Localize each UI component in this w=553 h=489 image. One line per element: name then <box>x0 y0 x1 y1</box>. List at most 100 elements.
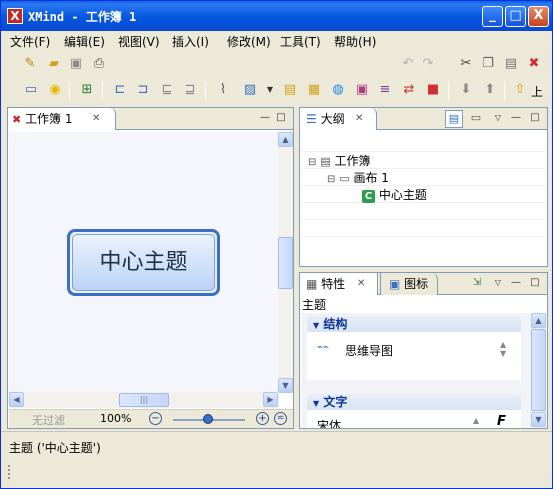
maximize-button[interactable]: □ <box>505 6 526 27</box>
section-text-header[interactable]: ▼ 文字 <box>307 394 521 410</box>
vscroll-thumb[interactable] <box>531 329 546 411</box>
tab-close-icon[interactable]: ✕ <box>92 108 100 130</box>
new-sheet-icon[interactable]: ⊞ <box>78 81 96 99</box>
font-value[interactable]: 宋体 <box>317 417 341 428</box>
insert-parent-icon[interactable]: ⊑ <box>158 81 176 99</box>
menu-view[interactable]: 视图(V) <box>118 33 160 50</box>
minimize-view-icon[interactable]: — <box>510 277 522 289</box>
hyperlink-globe-icon[interactable]: ◍ <box>329 81 347 99</box>
structure-spinner-icon[interactable]: ▲ ▼ <box>500 340 506 358</box>
menu-insert[interactable]: 插入(I) <box>172 33 209 50</box>
section-structure-title: 结构 <box>323 317 348 331</box>
status-divider <box>1 431 552 432</box>
tab-properties[interactable]: ▦ 特性 ✕ <box>300 273 378 295</box>
drill-up-label[interactable]: 上 <box>531 83 543 100</box>
move-up-icon[interactable]: ⬆ <box>481 81 499 99</box>
minimize-view-icon[interactable]: — <box>259 112 271 124</box>
move-down-icon[interactable]: ⬇ <box>457 81 475 99</box>
menu-tools[interactable]: 工具(T) <box>280 33 321 50</box>
title-bar[interactable]: X XMind - 工作簿 1 _ □ X <box>1 1 552 31</box>
scroll-up-icon[interactable]: ▲ <box>531 313 546 328</box>
presentation-icon[interactable]: ▭ <box>22 81 40 99</box>
canvas[interactable]: 中心主题 <box>9 132 279 392</box>
collapse-toggle-icon[interactable]: ⊟ <box>327 174 335 185</box>
copy-icon[interactable]: ❐ <box>479 55 497 73</box>
status-text: 主题 ('中心主题') <box>9 441 101 455</box>
brainstorm-bulb-icon[interactable]: ◉ <box>46 81 64 99</box>
paste-icon[interactable]: ▤ <box>502 55 520 73</box>
tree-item-central-topic[interactable]: C 中心主题 <box>362 187 427 203</box>
cut-icon[interactable]: ✂ <box>457 55 475 73</box>
scroll-right-icon[interactable]: ▶ <box>263 392 278 407</box>
maximize-view-icon[interactable]: □ <box>275 112 287 124</box>
notes-icon[interactable]: ▦ <box>305 81 323 99</box>
outline-list-mode-icon[interactable]: ▭ <box>467 110 485 128</box>
zoom-out-icon[interactable]: − <box>149 412 162 425</box>
collapse-toggle-icon[interactable]: ⊟ <box>308 157 316 168</box>
menu-modify[interactable]: 修改(M) <box>227 33 271 50</box>
central-topic[interactable]: 中心主题 <box>67 229 220 296</box>
outline-tree-mode-icon[interactable]: ▤ <box>445 110 463 128</box>
tab-workbook[interactable]: ✖ 工作簿 1 ✕ <box>8 108 116 130</box>
tree-item-sheet[interactable]: ⊟ ▭ 画布 1 <box>327 170 389 186</box>
properties-vscroll[interactable]: ▲ ▼ <box>531 313 546 428</box>
close-button[interactable]: X <box>528 6 549 27</box>
tab-outline[interactable]: ☰ 大纲 ✕ <box>300 108 377 130</box>
drill-up-icon[interactable]: ⇧ <box>511 81 529 99</box>
stop-icon[interactable]: ■ <box>424 81 442 99</box>
summary-icon[interactable]: ▣ <box>353 81 371 99</box>
maximize-view-icon[interactable]: □ <box>529 277 541 289</box>
open-folder-icon[interactable]: ▰ <box>45 55 63 73</box>
redo-icon[interactable]: ↷ <box>419 55 437 73</box>
undo-icon[interactable]: ↶ <box>399 55 417 73</box>
tab-close-icon[interactable]: ✕ <box>357 273 365 295</box>
tree-item-workbook[interactable]: ⊟ ▤ 工作簿 <box>308 153 370 169</box>
zoom-level: 100% <box>100 412 132 425</box>
relationship-icon[interactable]: ≡ <box>376 81 394 99</box>
zoom-in-icon[interactable]: + <box>256 412 269 425</box>
insert-topic-icon[interactable]: ⊐ <box>134 81 152 99</box>
tab-close-icon[interactable]: ✕ <box>355 108 363 130</box>
mindmap-structure-icon: ⌁⌁ <box>317 342 330 353</box>
attachment-icon[interactable]: ⌇ <box>214 81 232 99</box>
scroll-down-icon[interactable]: ▼ <box>278 378 293 393</box>
insert-image-icon[interactable]: ▨ <box>241 81 259 99</box>
zoom-fit-icon[interactable]: = <box>274 412 287 425</box>
tree-item-label: 画布 1 <box>353 171 389 185</box>
scroll-down-icon[interactable]: ▼ <box>531 412 546 427</box>
structure-value[interactable]: 思维导图 <box>345 342 393 359</box>
delete-icon[interactable]: ✖ <box>525 55 543 73</box>
tree-item-label: 工作簿 <box>334 154 371 168</box>
drill-down-icon[interactable]: ⇄ <box>400 81 418 99</box>
toolbar-bottom: ▭ ◉ ⊞ ⊏ ⊐ ⊑ ⊒ ⌇ ▨ ▼ ▤ ▦ ◍ ▣ ≡ ⇄ ■ ⬇ ⬆ ⇧ … <box>1 77 552 105</box>
tab-icons[interactable]: ▣ 图标 <box>380 273 438 295</box>
save-icon[interactable]: ▣ <box>67 55 85 73</box>
font-spinner-icon[interactable]: ▲ <box>473 416 479 425</box>
minimize-button[interactable]: _ <box>482 6 503 27</box>
filter-label[interactable]: 无过滤 <box>32 412 65 428</box>
view-menu-icon[interactable]: ▽ <box>492 112 504 124</box>
scroll-up-icon[interactable]: ▲ <box>278 132 293 147</box>
pin-icon[interactable]: ⇲ <box>471 277 483 289</box>
insert-subtopic-icon[interactable]: ⊏ <box>111 81 129 99</box>
insert-floating-icon[interactable]: ⊒ <box>181 81 199 99</box>
new-file-icon[interactable]: ✎ <box>21 55 39 73</box>
menu-edit[interactable]: 编辑(E) <box>64 33 105 50</box>
boundary-icon[interactable]: ▤ <box>281 81 299 99</box>
app-window: X XMind - 工作簿 1 _ □ X 文件(F) 编辑(E) 视图(V) … <box>0 0 553 489</box>
zoom-slider-handle[interactable] <box>203 414 213 424</box>
hscroll-thumb[interactable]: ||| <box>119 393 169 407</box>
minimize-view-icon[interactable]: — <box>510 112 522 124</box>
menu-help[interactable]: 帮助(H) <box>334 33 376 50</box>
editor-hscroll[interactable]: ◀ ||| ▶ <box>9 392 279 408</box>
scroll-left-icon[interactable]: ◀ <box>9 392 24 407</box>
vscroll-thumb[interactable] <box>278 237 293 289</box>
image-dropdown-icon[interactable]: ▼ <box>261 81 279 99</box>
menu-file[interactable]: 文件(F) <box>10 33 50 50</box>
maximize-view-icon[interactable]: □ <box>529 112 541 124</box>
view-menu-icon[interactable]: ▽ <box>492 277 504 289</box>
editor-vscroll[interactable]: ▲ ▼ <box>278 132 293 393</box>
print-icon[interactable]: ⎙ <box>90 55 108 73</box>
font-style-icon[interactable]: F <box>497 414 506 428</box>
section-structure-header[interactable]: ▼ 结构 <box>307 316 521 332</box>
